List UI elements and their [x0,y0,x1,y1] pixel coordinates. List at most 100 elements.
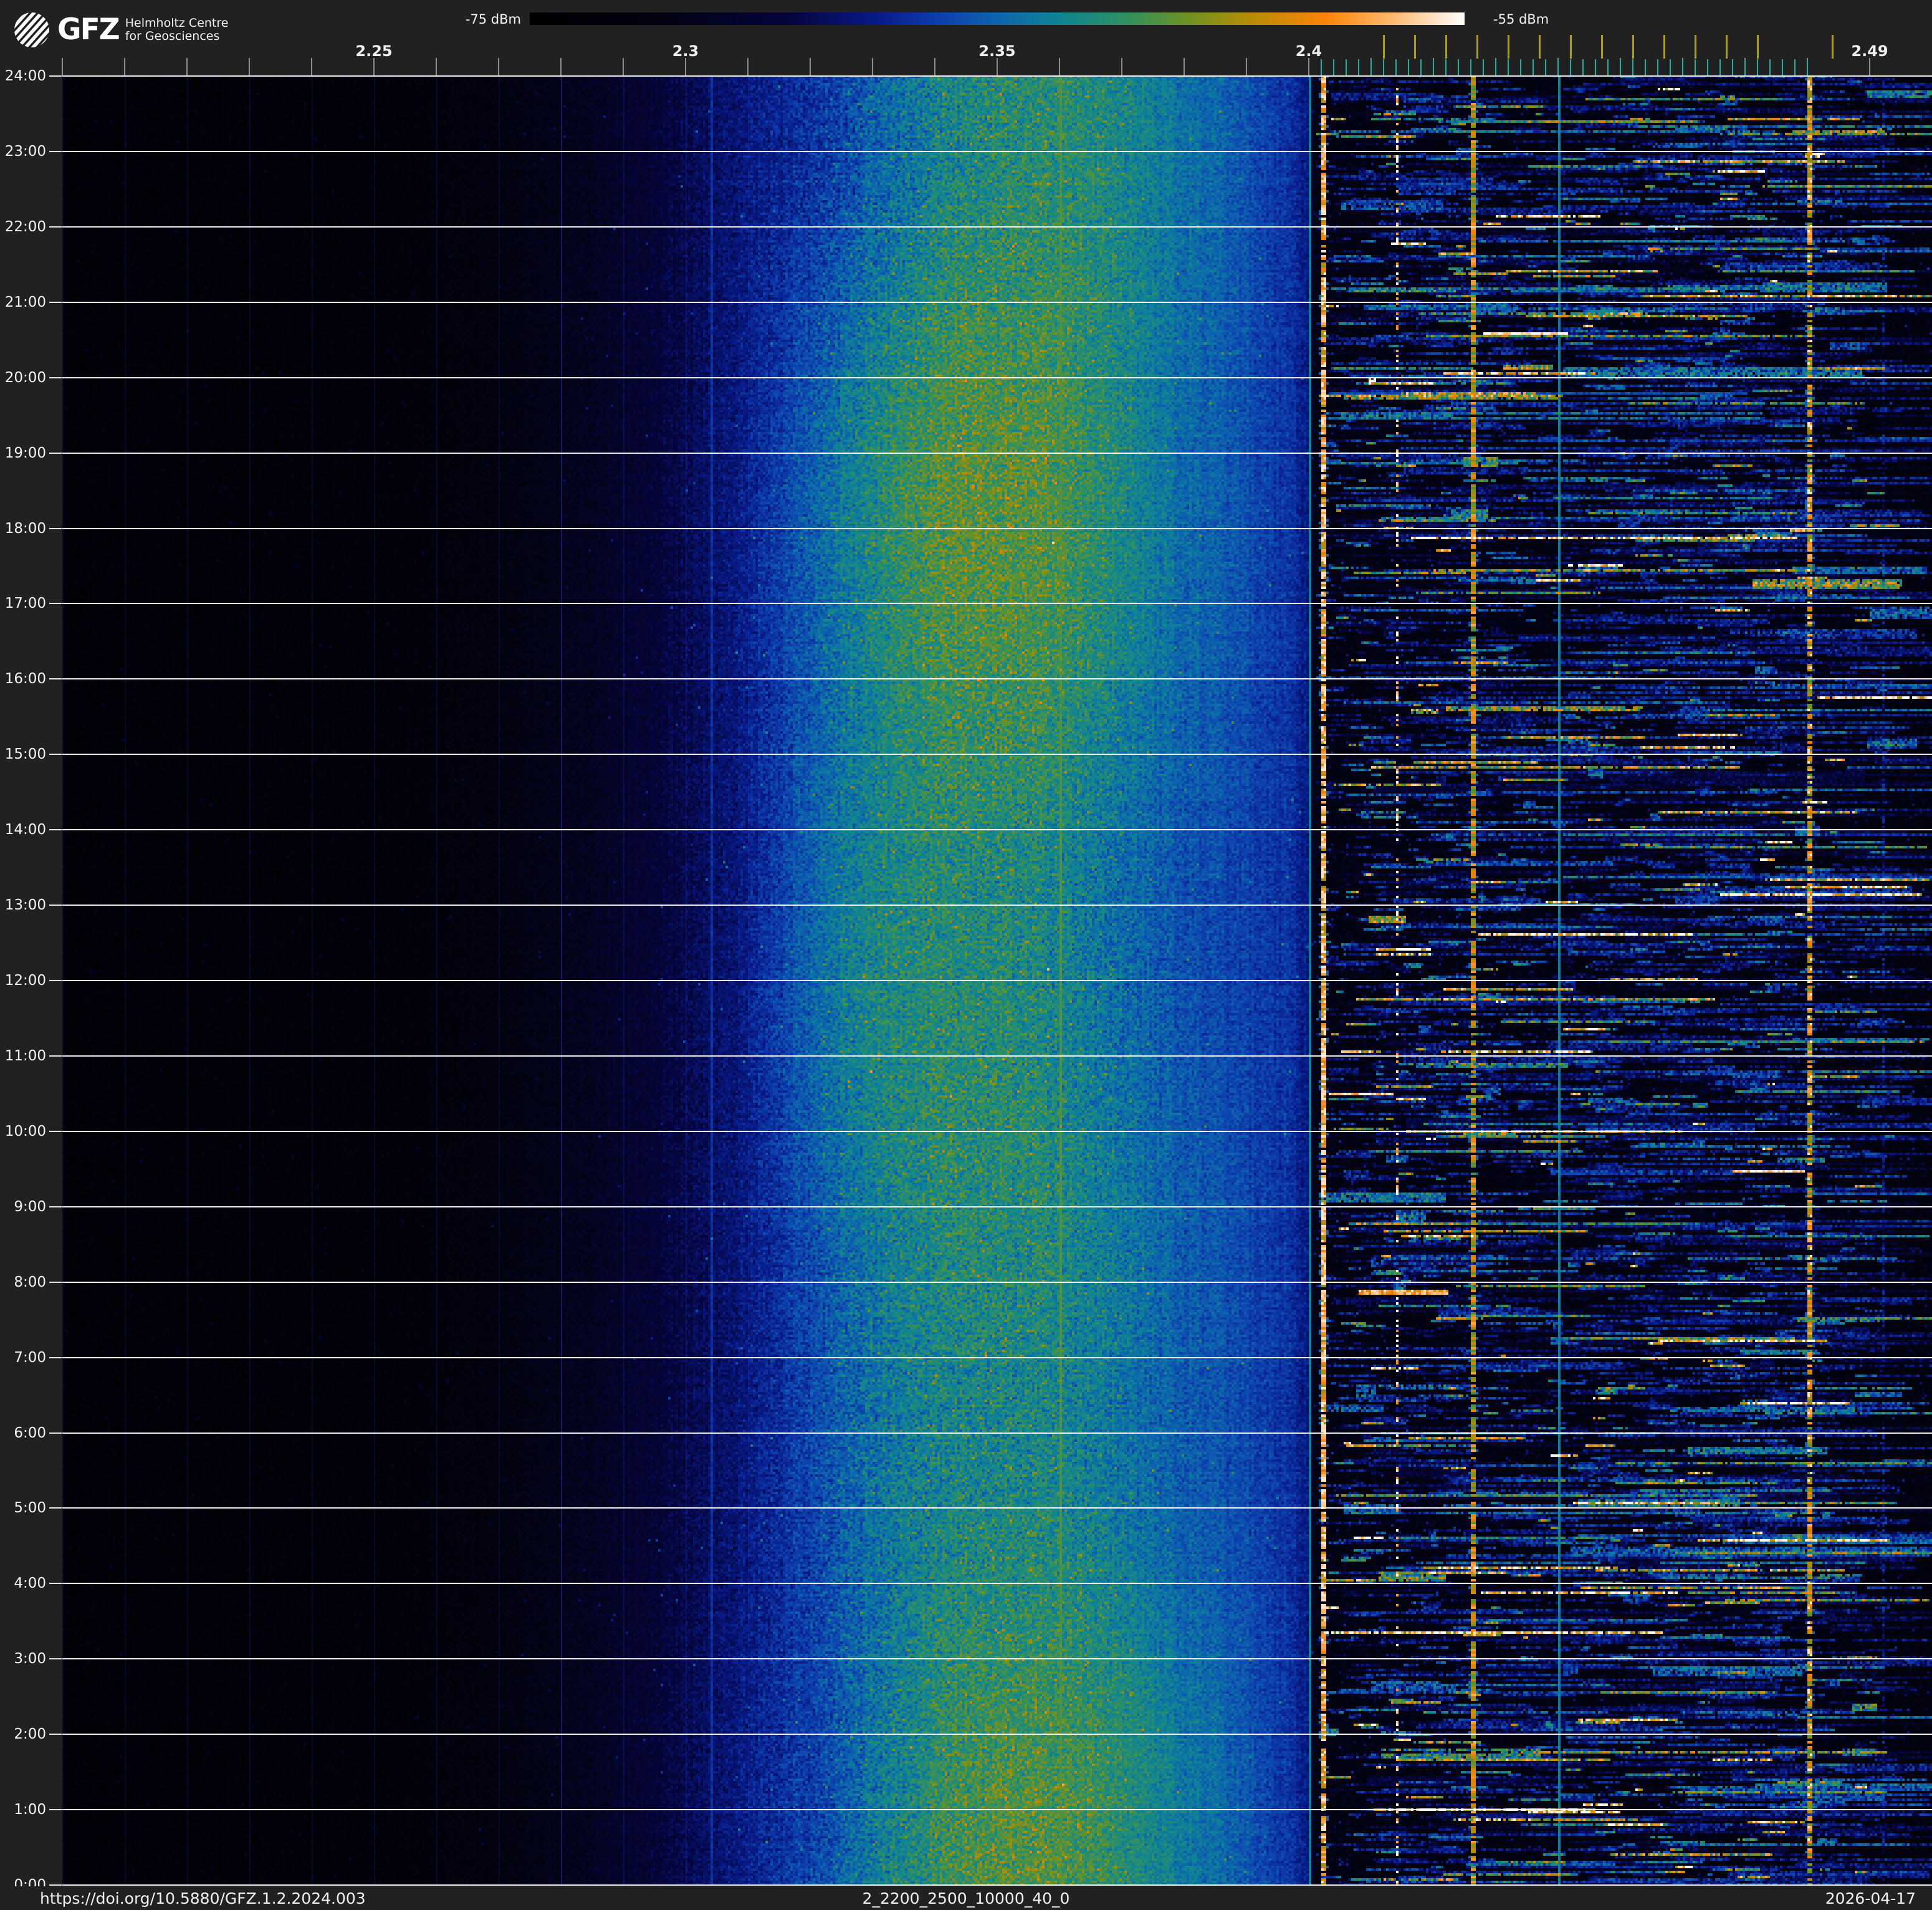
time-tick-label: 17:00 [4,595,46,612]
freq-minor-tick [124,58,125,75]
time-tick-label: 12:00 [4,972,46,989]
time-tick-label: 5:00 [14,1500,46,1516]
wifi-channel-tick [1570,35,1572,59]
ble-channel-tick [1744,59,1746,75]
ble-channel-tick [1595,59,1596,75]
time-tick [49,302,62,303]
wifi-channel-tick [1476,35,1478,59]
ble-channel-tick [1645,59,1646,75]
ble-channel-tick [1533,59,1534,75]
ble-channel-tick [1670,59,1671,75]
wifi-channel-tick [1445,35,1447,59]
time-tick-label: 10:00 [4,1123,46,1140]
ble-channel-tick [1321,59,1322,75]
freq-tick-label: 2.25 [355,42,393,60]
wifi-channel-tick [1508,35,1509,59]
ble-channel-tick [1545,59,1546,75]
time-tick [49,829,62,830]
ble-channel-tick [1495,59,1496,75]
freq-minor-tick [1059,58,1060,75]
ble-channel-tick [1383,59,1384,75]
time-tick-label: 23:00 [4,143,46,160]
freq-tick-label: 2.35 [978,42,1016,60]
time-tick-label: 13:00 [4,897,46,913]
wifi-channel-tick [1663,35,1665,59]
wifi-channel-tick [1632,35,1634,59]
ble-channel-tick [1370,59,1372,75]
wifi-channel-tick [1539,35,1541,59]
time-tick-label: 16:00 [4,671,46,687]
freq-minor-tick [685,58,686,75]
time-tick-label: 15:00 [4,746,46,762]
time-tick-label: 4:00 [14,1575,46,1591]
wifi-channel-tick [1832,35,1834,59]
date-text: 2026-04-17 [1825,1889,1916,1908]
time-tick [49,1583,62,1584]
ble-channel-tick [1570,59,1571,75]
time-tick [49,1658,62,1659]
wifi-channel-tick [1695,35,1696,59]
time-tick [49,1131,62,1132]
freq-minor-tick [934,58,935,75]
freq-minor-tick [997,58,998,75]
ble-channel-tick [1769,59,1771,75]
time-tick [49,377,62,378]
frequency-axis: 2.25 2.3 2.35 2.4 2.49 [0,0,1932,75]
ble-channel-tick [1719,59,1721,75]
ble-channel-tick [1520,59,1521,75]
time-tick-label: 2:00 [14,1726,46,1742]
freq-tick-label: 2.49 [1851,42,1888,60]
time-tick-label: 3:00 [14,1651,46,1667]
freq-minor-tick [810,58,811,75]
time-tick [49,603,62,604]
ble-channel-tick [1620,59,1621,75]
time-tick [49,1357,62,1358]
ble-channel-tick [1445,59,1447,75]
freq-minor-tick [373,58,375,75]
freq-minor-tick [249,58,250,75]
time-tick [49,1809,62,1810]
time-axis: 24:00 23:00 22:00 21:00 20:00 19:00 18:00 17:00… [0,0,62,1910]
freq-minor-tick [436,58,437,75]
freq-minor-tick [747,58,748,75]
freq-minor-tick [1869,58,1870,75]
freq-minor-tick [1184,58,1185,75]
doi-text: https://doi.org/10.5880/GFZ.1.2.2024.003 [40,1889,366,1908]
time-tick-label: 6:00 [14,1425,46,1441]
freq-minor-tick [498,58,499,75]
ble-channel-tick [1682,59,1683,75]
wifi-channel-tick [1726,35,1728,59]
time-tick [49,453,62,454]
ble-channel-tick [1707,59,1708,75]
ble-channel-tick [1358,59,1359,75]
wifi-channel-tick [1757,35,1759,59]
freq-minor-tick [311,58,312,75]
ble-channel-tick [1557,59,1559,75]
wifi-channel-tick [1601,35,1603,59]
ble-channel-tick [1433,59,1434,75]
freq-minor-tick [1121,58,1122,75]
wifi-channel-tick [1414,35,1416,59]
ble-channel-tick [1657,59,1658,75]
spectrogram-canvas [62,75,1932,1886]
time-tick [49,75,62,77]
freq-tick-label: 2.4 [1295,42,1322,60]
ble-channel-tick [1695,59,1696,75]
ble-channel-tick [1582,59,1584,75]
spectrogram-page: GFZ Helmholtz Centre for Geosciences -75… [0,0,1932,1910]
ble-channel-tick [1333,59,1334,75]
ble-channel-tick [1757,59,1758,75]
time-tick [49,1055,62,1057]
ble-channel-tick [1483,59,1484,75]
time-tick-label: 9:00 [14,1199,46,1215]
time-tick [49,678,62,679]
time-tick-label: 11:00 [4,1048,46,1064]
time-tick [49,151,62,152]
time-tick-label: 24:00 [4,68,46,84]
ble-channel-tick [1470,59,1471,75]
time-tick-label: 7:00 [14,1350,46,1366]
ble-channel-tick [1346,59,1347,75]
ble-channel-tick [1794,59,1796,75]
ble-channel-tick [1420,59,1422,75]
time-tick-label: 14:00 [4,822,46,838]
